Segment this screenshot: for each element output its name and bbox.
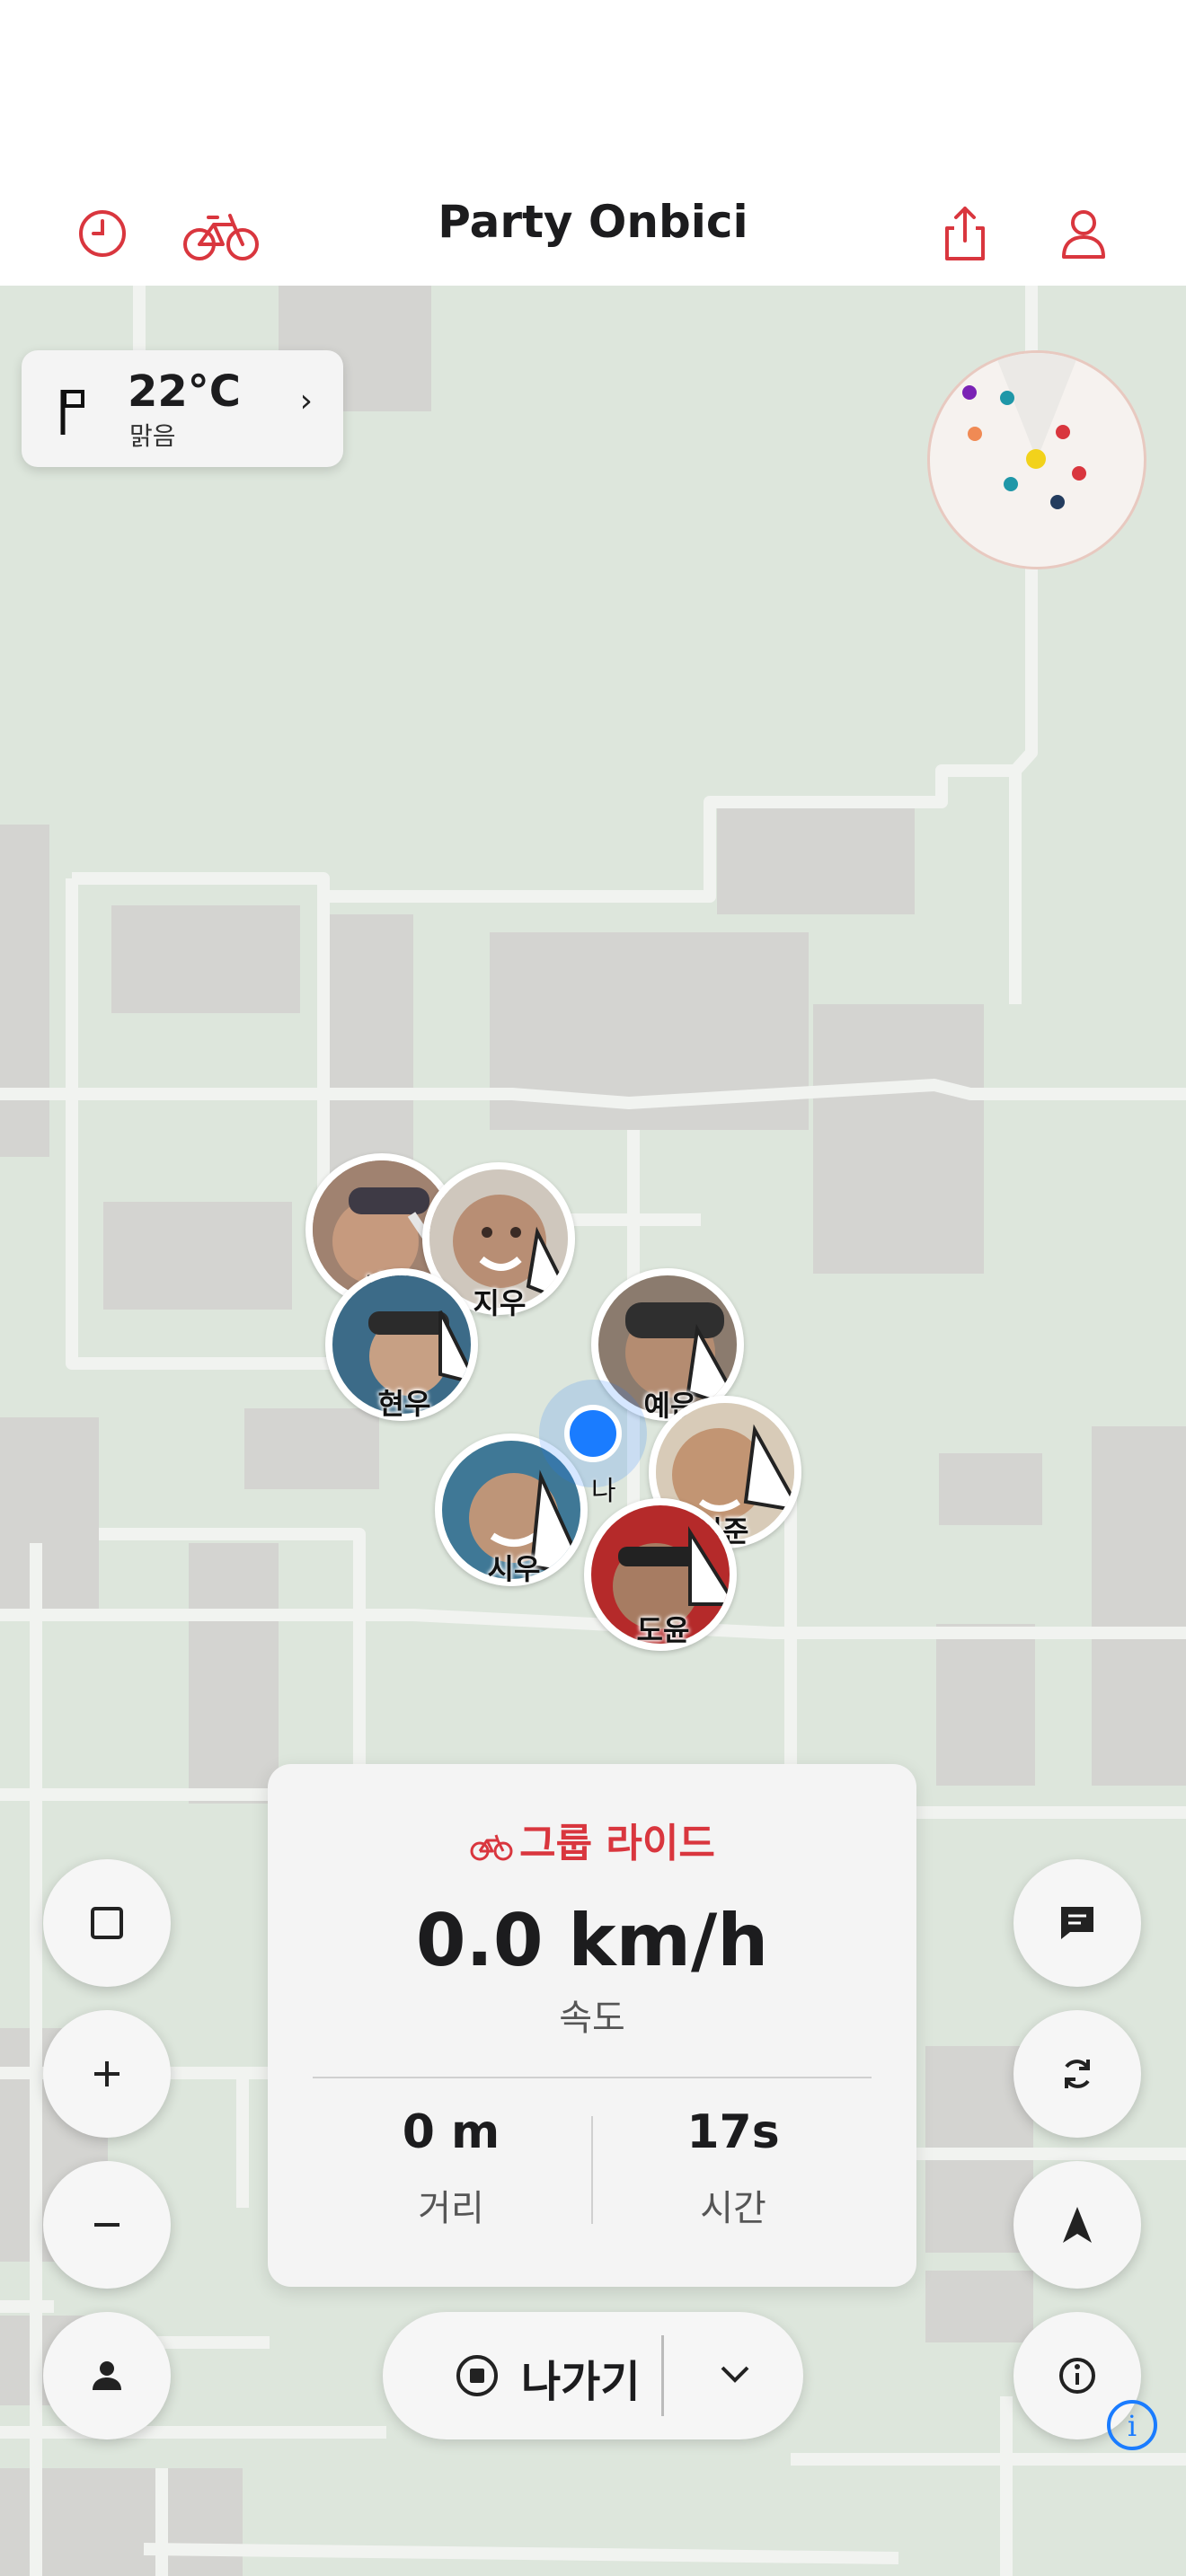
navigation-arrow-icon	[1063, 2207, 1092, 2243]
profile-icon[interactable]	[1048, 198, 1120, 269]
share-icon[interactable]	[929, 198, 1001, 269]
flag-icon	[58, 386, 93, 440]
rider-name: 지우	[473, 1286, 527, 1320]
weather-condition: 맑음	[129, 421, 176, 451]
zoom-in-icon	[94, 2061, 119, 2086]
zoom-in-button[interactable]	[43, 2010, 171, 2138]
square-icon	[91, 1907, 123, 1939]
time-label: 시간	[700, 2188, 766, 2229]
chat-button[interactable]	[1013, 1859, 1141, 1987]
chat-icon	[1061, 1907, 1093, 1939]
rider-name: 시우	[487, 1552, 541, 1586]
map-style-button[interactable]	[43, 1859, 171, 1987]
rider-name: 현우	[377, 1387, 431, 1421]
ride-mode: 그룹 라이드	[268, 1811, 916, 1868]
divider	[313, 2077, 872, 2078]
status-bar	[0, 0, 1186, 180]
center-on-me-button[interactable]	[43, 2312, 171, 2439]
leave-label: 나가기	[521, 2357, 641, 2407]
divider	[661, 2335, 664, 2416]
navigation-button[interactable]	[1013, 2161, 1141, 2289]
ride-mode-label: 그룹 라이드	[519, 1821, 715, 1866]
distance-value: 0 m	[402, 2105, 500, 2159]
info-icon	[1059, 2358, 1095, 2394]
speed-label: 속도	[559, 1998, 625, 2039]
rider-name: 도윤	[636, 1613, 690, 1647]
leave-button[interactable]: 나가기	[383, 2312, 803, 2439]
top-bar: Party Onbici	[0, 180, 1186, 286]
radar-dots	[962, 353, 1086, 509]
zoom-out-button[interactable]	[43, 2161, 171, 2289]
ride-stats-card: 그룹 라이드 0.0 km/h 속도 0 m 거리 17s 시간	[268, 1764, 916, 2287]
map-attribution-icon[interactable]: i	[1105, 2398, 1159, 2452]
time-value: 17s	[686, 2105, 780, 2159]
distance-label: 거리	[418, 2188, 484, 2229]
app-title: Party Onbici	[438, 196, 748, 248]
temperature: 22°C	[128, 366, 242, 417]
weather-widget[interactable]: 22°C 맑음 ›	[22, 350, 343, 467]
refresh-button[interactable]	[1013, 2010, 1141, 2138]
zoom-out-icon	[94, 2223, 119, 2227]
svg-text:i: i	[1128, 2409, 1137, 2443]
bike-icon	[470, 1834, 513, 1861]
divider	[591, 2116, 593, 2224]
speed-value: 0.0 km/h	[415, 1899, 769, 1982]
group-radar[interactable]	[927, 350, 1146, 569]
refresh-icon	[1065, 2060, 1090, 2088]
my-location-label: 나	[591, 1476, 616, 1507]
stop-icon	[456, 2355, 498, 2396]
person-icon	[93, 2361, 121, 2390]
chevron-right-icon: ›	[299, 383, 313, 419]
chevron-down-icon[interactable]	[715, 2355, 755, 2395]
